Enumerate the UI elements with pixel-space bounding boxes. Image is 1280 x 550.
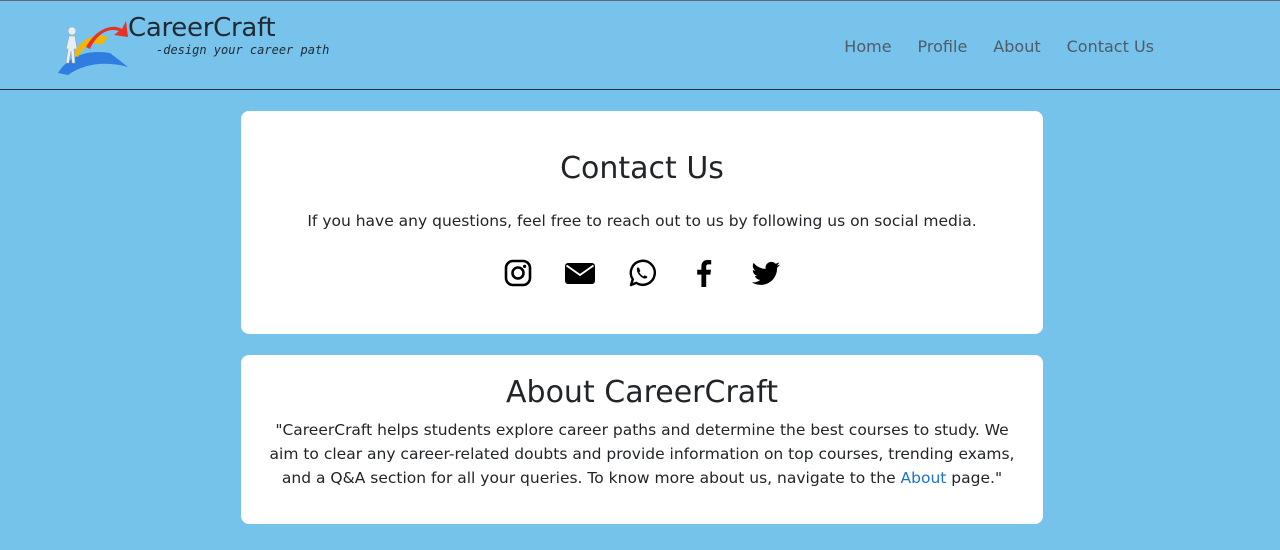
about-text-after: page." xyxy=(946,469,1003,487)
instagram-icon[interactable] xyxy=(501,256,535,290)
facebook-icon[interactable] xyxy=(687,256,721,290)
career-path-logo-icon xyxy=(58,21,128,75)
whatsapp-icon[interactable] xyxy=(625,256,659,290)
twitter-icon[interactable] xyxy=(749,256,783,290)
brand-name: CareerCraft xyxy=(128,13,276,43)
about-page-link[interactable]: About xyxy=(901,469,947,487)
contact-title: Contact Us xyxy=(560,151,724,186)
about-title: About CareerCraft xyxy=(506,375,778,410)
nav-about-link[interactable]: About xyxy=(993,37,1040,56)
nav-links: Home Profile About Contact Us xyxy=(844,37,1154,56)
about-text: "CareerCraft helps students explore care… xyxy=(263,418,1021,490)
navbar: CareerCraft -design your career path Hom… xyxy=(0,0,1280,90)
contact-card: Contact Us If you have any questions, fe… xyxy=(241,111,1043,334)
brand-tagline: -design your career path xyxy=(156,43,330,57)
brand[interactable]: CareerCraft -design your career path xyxy=(56,13,356,75)
about-card: About CareerCraft "CareerCraft helps stu… xyxy=(241,355,1043,524)
nav-profile-link[interactable]: Profile xyxy=(918,37,968,56)
social-links xyxy=(241,256,1043,290)
nav-home-link[interactable]: Home xyxy=(844,37,891,56)
contact-text: If you have any questions, feel free to … xyxy=(307,212,977,230)
nav-contact-link[interactable]: Contact Us xyxy=(1067,37,1154,56)
envelope-icon[interactable] xyxy=(563,256,597,290)
